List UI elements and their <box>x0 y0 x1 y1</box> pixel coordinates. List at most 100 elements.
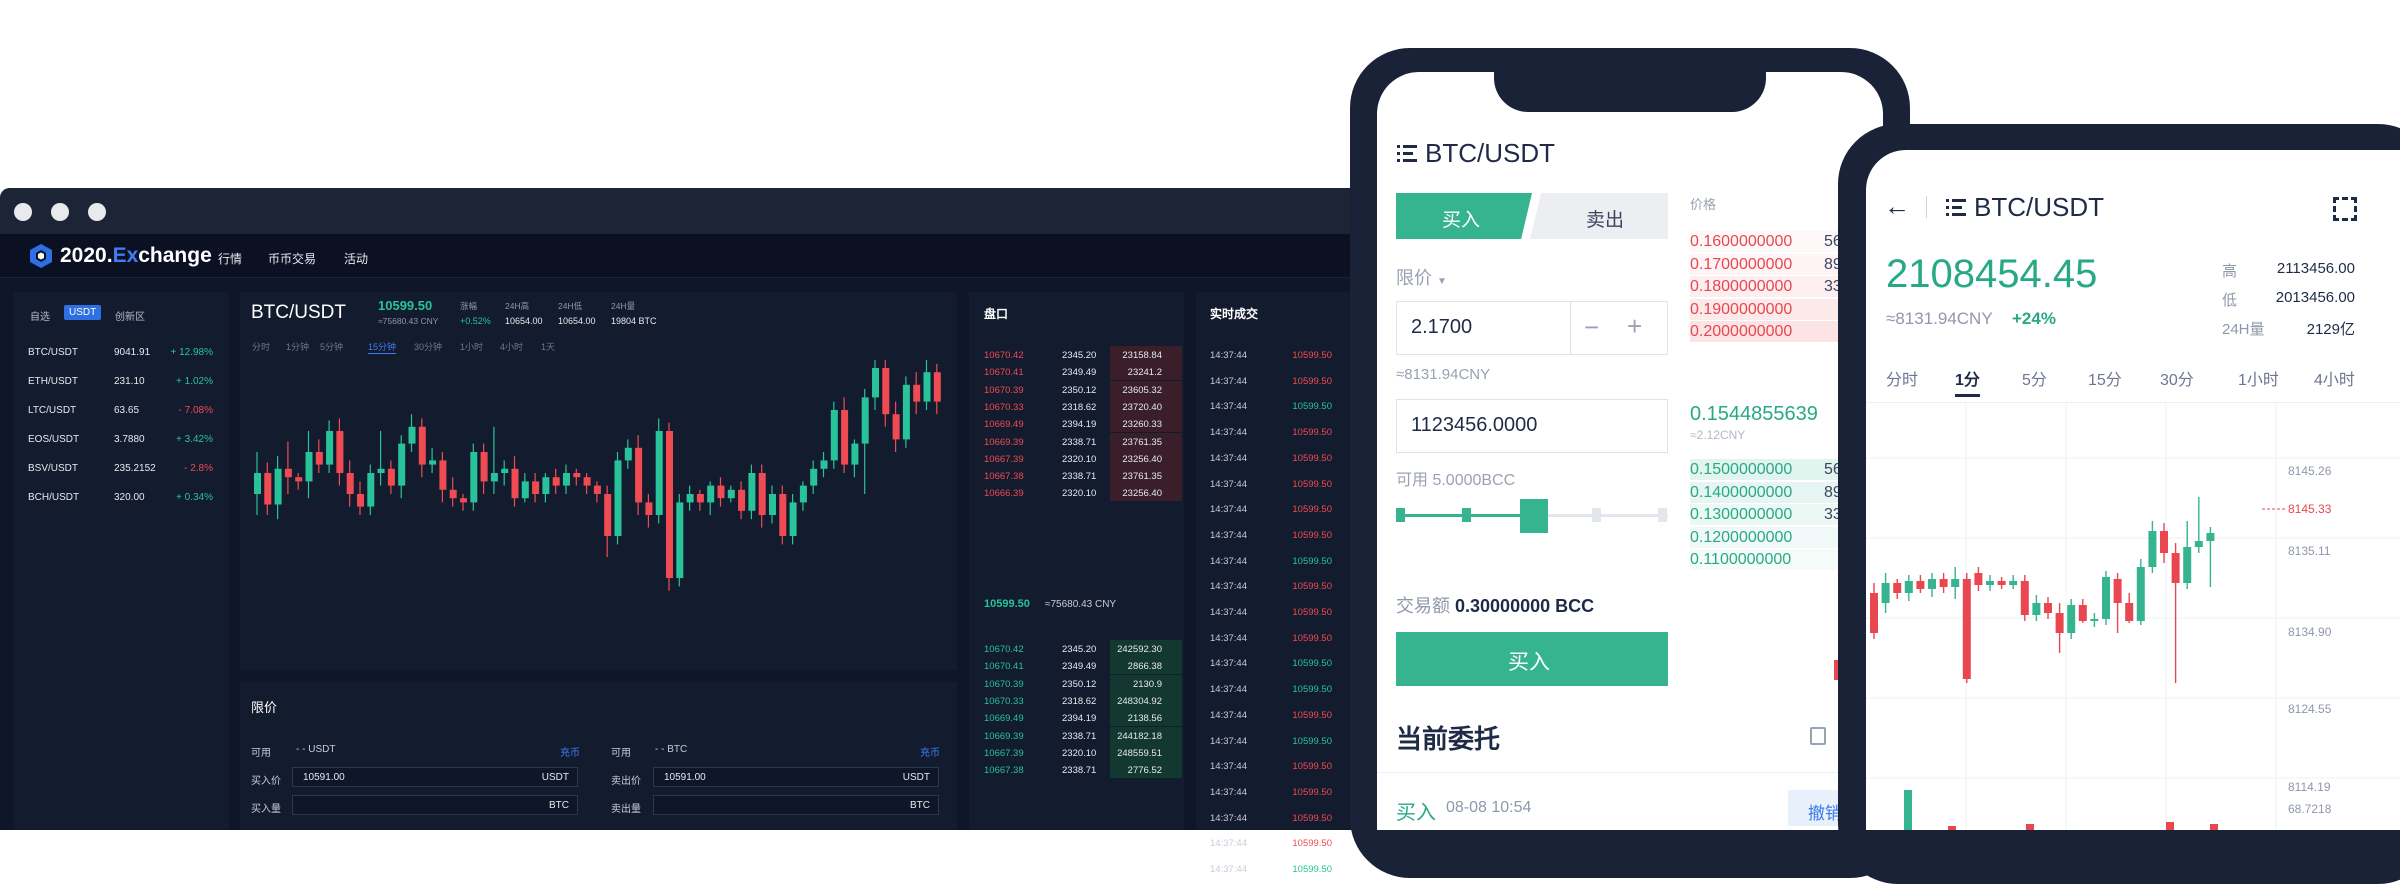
interval-tab[interactable]: 1天 <box>541 340 555 353</box>
interval-tab[interactable]: 30分钟 <box>414 340 442 353</box>
market-change: + 12.98% <box>170 347 213 358</box>
ask-row[interactable]: 10670.41 2349.49 23241.2 <box>984 367 1182 381</box>
phone2-interval-tab[interactable]: 分时 <box>1886 366 1918 390</box>
window-close-dot[interactable] <box>14 203 32 221</box>
phone1-ask-price[interactable]: 0.1700000000 <box>1690 256 1792 274</box>
ask-row[interactable]: 10670.39 2350.12 23605.32 <box>984 385 1182 399</box>
phone2-interval-tab[interactable]: 1分 <box>1955 366 1980 397</box>
sell-amount-input[interactable]: BTC <box>653 795 939 815</box>
market-row[interactable]: BTC/USDT 9041.91 + 12.98% <box>28 347 213 361</box>
phone1-bid-price[interactable]: 0.1300000000 <box>1690 506 1792 524</box>
buy-price-label: 买入价 <box>251 776 281 787</box>
ask-row[interactable]: 10667.39 2320.10 23256.40 <box>984 454 1182 468</box>
trade-time: 14:37:44 <box>1210 812 1247 824</box>
market-row[interactable]: BCH/USDT 320.00 + 0.34% <box>28 492 213 506</box>
candle-body <box>295 477 303 482</box>
candle-body <box>501 468 509 473</box>
ask-row[interactable]: 10667.38 2338.71 23761.35 <box>984 471 1182 485</box>
phone2-volume-bar <box>2166 822 2174 830</box>
interval-tab[interactable]: 1分钟 <box>286 340 309 353</box>
bid-row[interactable]: 10670.33 2318.62 248304.92 <box>984 696 1182 710</box>
candlestick-chart[interactable] <box>248 360 953 660</box>
phone1-pair-title: BTC/USDT <box>1425 138 1555 168</box>
phone1-ask-price[interactable]: 0.1800000000 <box>1690 278 1792 296</box>
phone1-bid-price[interactable]: 0.1500000000 <box>1690 461 1792 479</box>
nav-market[interactable]: 行情 <box>218 250 242 267</box>
ask-row[interactable]: 10669.49 2394.19 23260.33 <box>984 419 1182 433</box>
history-icon[interactable] <box>1810 727 1826 745</box>
bid-row[interactable]: 10667.39 2320.10 248559.51 <box>984 748 1182 762</box>
ask-row[interactable]: 10669.39 2338.71 23761.35 <box>984 437 1182 451</box>
interval-tab[interactable]: 4小时 <box>500 340 523 353</box>
phone1-last-price: 0.1544855639 <box>1690 403 1818 425</box>
menu-icon[interactable] <box>1397 143 1419 163</box>
market-row[interactable]: EOS/USDT 3.7880 + 3.42% <box>28 434 213 448</box>
tab-usdt[interactable]: USDT <box>64 305 102 320</box>
phone1-price-input[interactable]: 2.1700 − + <box>1396 301 1668 355</box>
tab-innovation[interactable]: 创新区 <box>115 308 145 323</box>
buy-amount-input[interactable]: BTC <box>292 795 578 815</box>
slider-handle[interactable] <box>1520 499 1548 533</box>
phone1-bid-price[interactable]: 0.1400000000 <box>1690 484 1792 502</box>
market-pair: LTC/USDT <box>28 405 77 416</box>
market-row[interactable]: BSV/USDT 235.2152 - 2.8% <box>28 463 213 477</box>
window-maximize-dot[interactable] <box>88 203 106 221</box>
market-change: + 0.34% <box>176 492 213 503</box>
bid-row[interactable]: 10670.42 2345.20 242592.30 <box>984 644 1182 658</box>
candle-body <box>830 410 838 461</box>
window-minimize-dot[interactable] <box>51 203 69 221</box>
nav-spot-trading[interactable]: 币币交易 <box>268 250 316 267</box>
phone2-interval-tab[interactable]: 5分 <box>2022 366 2047 390</box>
phone2-interval-tab[interactable]: 15分 <box>2088 366 2122 390</box>
site-logo[interactable]: 2020.Exchange <box>28 243 212 269</box>
phone1-ask-price[interactable]: 0.1900000000 <box>1690 301 1792 319</box>
tab-favorites[interactable]: 自选 <box>30 308 50 323</box>
buy-deposit-link[interactable]: 充币 <box>560 744 580 759</box>
sell-deposit-link[interactable]: 充币 <box>920 744 940 759</box>
candle-body <box>449 489 457 499</box>
bid-row[interactable]: 10669.49 2394.19 2138.56 <box>984 713 1182 727</box>
interval-tab[interactable]: 5分钟 <box>320 340 343 353</box>
phone2-interval-tab[interactable]: 4小时 <box>2314 366 2355 390</box>
bid-row[interactable]: 10667.38 2338.71 2776.52 <box>984 765 1182 779</box>
nav-activity[interactable]: 活动 <box>344 250 368 267</box>
interval-tab[interactable]: 分时 <box>252 340 270 353</box>
plus-icon[interactable]: + <box>1627 311 1642 342</box>
cancel-label: 撤销 <box>1808 804 1842 823</box>
trade-time: 14:37:44 <box>1210 350 1247 361</box>
candle-body <box>892 414 900 440</box>
interval-tab[interactable]: 15分钟 <box>368 340 397 354</box>
buy-price-input[interactable]: 10591.00 USDT <box>292 767 578 787</box>
phone2-interval-tab[interactable]: 1小时 <box>2238 366 2279 390</box>
bid-row[interactable]: 10670.41 2349.49 2866.38 <box>984 661 1182 675</box>
market-row[interactable]: LTC/USDT 63.65 - 7.08% <box>28 405 213 419</box>
market-row[interactable]: ETH/USDT 231.10 + 1.02% <box>28 376 213 390</box>
sell-price-input[interactable]: 10591.00 USDT <box>653 767 939 787</box>
amount-slider[interactable] <box>1396 497 1668 533</box>
phone1-amount-input[interactable]: 1123456.0000 <box>1396 399 1668 453</box>
minus-icon[interactable]: − <box>1584 312 1599 343</box>
phone2-candlestick-chart[interactable]: 8145.26 8145.33 8135.11 8134.90 8124.55 8114.… <box>1866 403 2400 830</box>
ask-row[interactable]: 10670.42 2345.20 23158.84 <box>984 350 1182 364</box>
phone1-ask-price[interactable]: 0.2000000000 <box>1690 323 1792 341</box>
phone2-interval-tab[interactable]: 30分 <box>2160 366 2194 390</box>
menu-icon-2[interactable] <box>1946 197 1968 217</box>
fullscreen-icon[interactable] <box>2333 197 2357 221</box>
candle-body <box>696 494 704 503</box>
phone1-buy-button[interactable]: 买入 <box>1396 632 1668 686</box>
buy-amount-label: 买入量 <box>251 804 281 815</box>
bid-row[interactable]: 10669.39 2338.71 244182.18 <box>984 731 1182 745</box>
phone2-candle-body <box>1974 573 1983 585</box>
bid-row[interactable]: 10670.39 2350.12 2130.9 <box>984 679 1182 693</box>
back-arrow-icon[interactable]: ← <box>1884 193 1910 219</box>
phone1-bid-price[interactable]: 0.1100000000 <box>1690 551 1791 569</box>
ask-row[interactable]: 10670.33 2318.62 23720.40 <box>984 402 1182 416</box>
phone1-ask-price[interactable]: 0.1600000000 <box>1690 233 1792 251</box>
ask-row[interactable]: 10666.39 2320.10 23256.40 <box>984 488 1182 502</box>
phone-notch <box>1494 58 1766 112</box>
order-type-select[interactable]: 限价 ▼ <box>1396 264 1447 290</box>
interval-tab[interactable]: 1小时 <box>460 340 483 353</box>
candle-body <box>645 502 653 515</box>
trade-price: 10599.50 <box>1292 607 1332 618</box>
phone1-bid-price[interactable]: 0.1200000000 <box>1690 529 1792 547</box>
